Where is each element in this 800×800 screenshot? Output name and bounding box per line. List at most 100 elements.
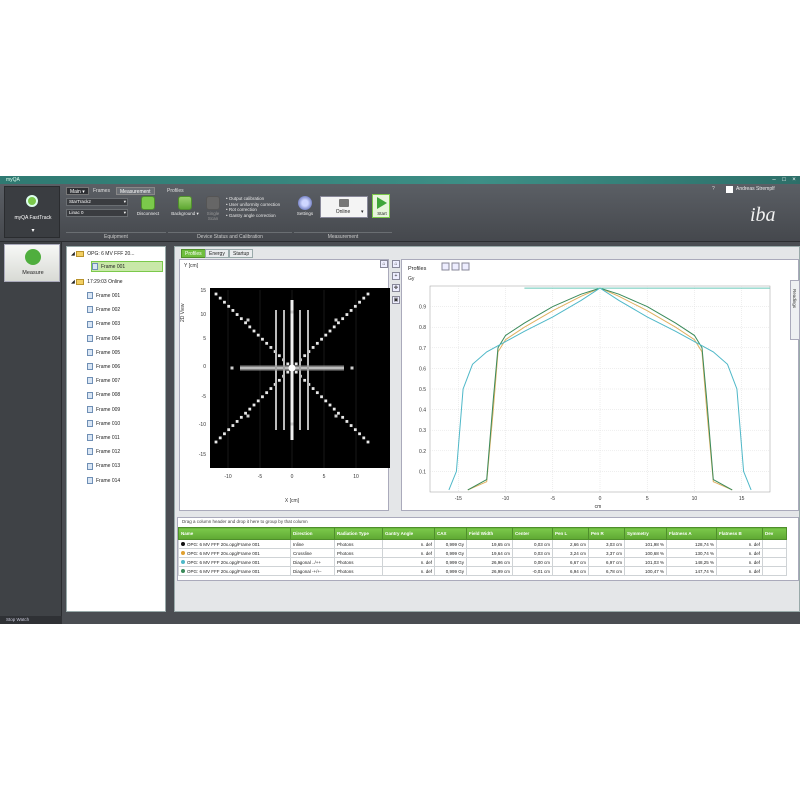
column-header[interactable]: Pen L [552, 527, 589, 540]
x-tick-label: 5 [646, 496, 649, 502]
tree-frame-item[interactable]: Frame 014 [87, 476, 120, 487]
tree-node-selected-frame[interactable]: Frame 001 [91, 261, 163, 272]
tree-frame-item[interactable]: Frame 005 [87, 348, 120, 359]
image-x-tick: 5 [323, 474, 326, 480]
tab-profiles-view[interactable]: Profiles [181, 249, 206, 258]
readings-panel[interactable]: Readings [790, 280, 800, 340]
tree-frame-item[interactable]: Frame 001 [87, 291, 120, 302]
dose-diagonal-detector [353, 304, 357, 308]
help-icon[interactable]: ? [712, 186, 715, 192]
tree-frame-item[interactable]: Frame 013 [87, 461, 120, 472]
dose-diagonal-detector [362, 296, 366, 300]
profile-tool-3-icon[interactable] [461, 262, 470, 271]
mode-combo[interactable]: Online ▾ [320, 196, 368, 218]
frame-icon [87, 334, 93, 342]
dose-diagonal-detector [227, 428, 231, 432]
tab-profiles[interactable]: Profiles [164, 187, 187, 195]
linac-combo[interactable]: Linac 0 ▾ [66, 209, 128, 217]
background-button[interactable]: Background ▾ [168, 196, 202, 217]
column-header[interactable]: Name [178, 527, 291, 540]
table-row[interactable]: OPG: 6 MV FFF 20x.opg/Frame 001 Crossline… [178, 548, 787, 558]
table-row[interactable]: OPG: 6 MV FFF 20x.opg/Frame 001 Diagonal … [178, 566, 787, 576]
tree-frame-item[interactable]: Frame 002 [87, 305, 120, 316]
single-scan-button[interactable]: Single Scan [202, 196, 224, 221]
table-cell: Photons [334, 539, 383, 549]
column-header[interactable]: Dev [762, 527, 787, 540]
user-name[interactable]: Andreas Stremplf [736, 186, 775, 192]
y-tick-label: 0.1 [419, 469, 426, 475]
tab-frames[interactable]: Frames [90, 187, 113, 195]
table-cell: OPG: 6 MV FFF 20x.opg/Frame 001 [178, 539, 291, 549]
tree-node-label: Frame 010 [96, 420, 121, 427]
frames-tree: ◢ OPG: 6 MV FFF 20... Frame 001 ◢ 17:29:… [66, 246, 166, 612]
tree-frame-item[interactable]: Frame 007 [87, 376, 120, 387]
tree-frame-item[interactable]: Frame 010 [87, 419, 120, 430]
column-header[interactable]: Gantry Angle [382, 527, 435, 540]
tree-frame-item[interactable]: Frame 012 [87, 447, 120, 458]
tab-energy[interactable]: Energy [205, 249, 229, 258]
minimize-icon[interactable]: – [770, 177, 778, 183]
tree-frame-item[interactable]: Frame 004 [87, 334, 120, 345]
home-icon[interactable]: ⌂ [392, 260, 400, 268]
disconnect-label: Disconnect [136, 211, 160, 216]
table-row[interactable]: OPG: 6 MV FFF 20x.opg/Frame 001 Diagonal … [178, 557, 787, 567]
move-icon[interactable]: ✥ [392, 284, 400, 292]
column-header[interactable]: Field Width [466, 527, 513, 540]
start-button[interactable]: Start [372, 194, 390, 218]
disconnect-button[interactable]: Disconnect [132, 196, 164, 216]
dose-diagonal-detector [265, 391, 269, 395]
dose-diagonal-detector [324, 399, 328, 403]
app-button-label: myQA FastTrack [14, 215, 52, 221]
tree-node-opg[interactable]: ◢ OPG: 6 MV FFF 20... [71, 249, 134, 260]
tree-node-label: Frame 006 [96, 364, 121, 370]
app-button[interactable]: myQA FastTrack ▾ [4, 186, 60, 238]
status-bar[interactable]: Stop Watch [0, 616, 62, 624]
tree-frame-item[interactable]: Frame 006 [87, 362, 120, 373]
dose-diagonal-detector [320, 337, 323, 341]
dose-diagonal-detector [303, 378, 307, 382]
column-header[interactable]: Flatness A [666, 527, 717, 540]
column-header[interactable]: Radiation Type [334, 527, 383, 540]
profile-tool-2-icon[interactable] [451, 262, 460, 271]
camera-icon [339, 199, 349, 207]
column-header[interactable]: Symmetry [624, 527, 667, 540]
measure-nav-button[interactable]: Measure [4, 244, 60, 282]
image-x-tick: -5 [258, 474, 263, 480]
table-row[interactable]: OPG: 6 MV FFF 20x.opg/Frame 001 Inline Pho… [178, 539, 787, 549]
tab-measurement[interactable]: Measurement [116, 187, 155, 195]
y-tick-label: 0.4 [419, 408, 426, 414]
tab-startup[interactable]: Startup [229, 249, 254, 258]
group-device-status-label: Device Status and Calibration [168, 232, 292, 241]
column-header[interactable]: CAX [434, 527, 467, 540]
tree-frame-item[interactable]: Frame 009 [87, 405, 120, 416]
dose-diagonal-detector [227, 304, 231, 308]
fit-icon[interactable]: ▣ [392, 296, 400, 304]
close-icon[interactable]: × [790, 177, 798, 183]
column-header[interactable]: Center [512, 527, 553, 540]
column-header[interactable]: Direction [290, 527, 335, 540]
table-cell: Diagonal -+/+- [290, 566, 335, 576]
table-cell: 2,66 cm [552, 539, 589, 549]
zoom-in-icon[interactable]: + [392, 272, 400, 280]
dose-diagonal-detector [328, 329, 332, 333]
table-cell: OPG: 6 MV FFF 20x.opg/Frame 001 [178, 566, 291, 576]
tree-frame-item[interactable]: Frame 003 [87, 319, 120, 330]
table-cell: 19,64 cm [466, 548, 513, 558]
frame-icon [87, 448, 93, 456]
maximize-icon[interactable]: □ [780, 177, 788, 183]
settings-button[interactable]: Settings [294, 196, 316, 216]
table-cell: 100,47 % [624, 566, 667, 576]
device-combo[interactable]: StarTrack2 ▾ [66, 198, 128, 206]
dose-diagonal-detector [303, 354, 307, 358]
tree-frame-item[interactable]: Frame 011 [87, 433, 120, 444]
dose-diagonal-detector [256, 333, 260, 337]
zoom-icon[interactable]: ⌂ [380, 260, 388, 268]
tab-main[interactable]: Main ▾ [66, 187, 89, 195]
column-header[interactable]: Pen R [588, 527, 625, 540]
frame-icon [87, 292, 93, 300]
profile-tool-1-icon[interactable] [441, 262, 450, 271]
tree-frame-item[interactable]: Frame 008 [87, 390, 120, 401]
column-header[interactable]: Flatness B [716, 527, 763, 540]
dose-diagonal-detector [261, 395, 264, 399]
tree-node-online[interactable]: ◢ 17:29:03 Online [71, 277, 123, 288]
